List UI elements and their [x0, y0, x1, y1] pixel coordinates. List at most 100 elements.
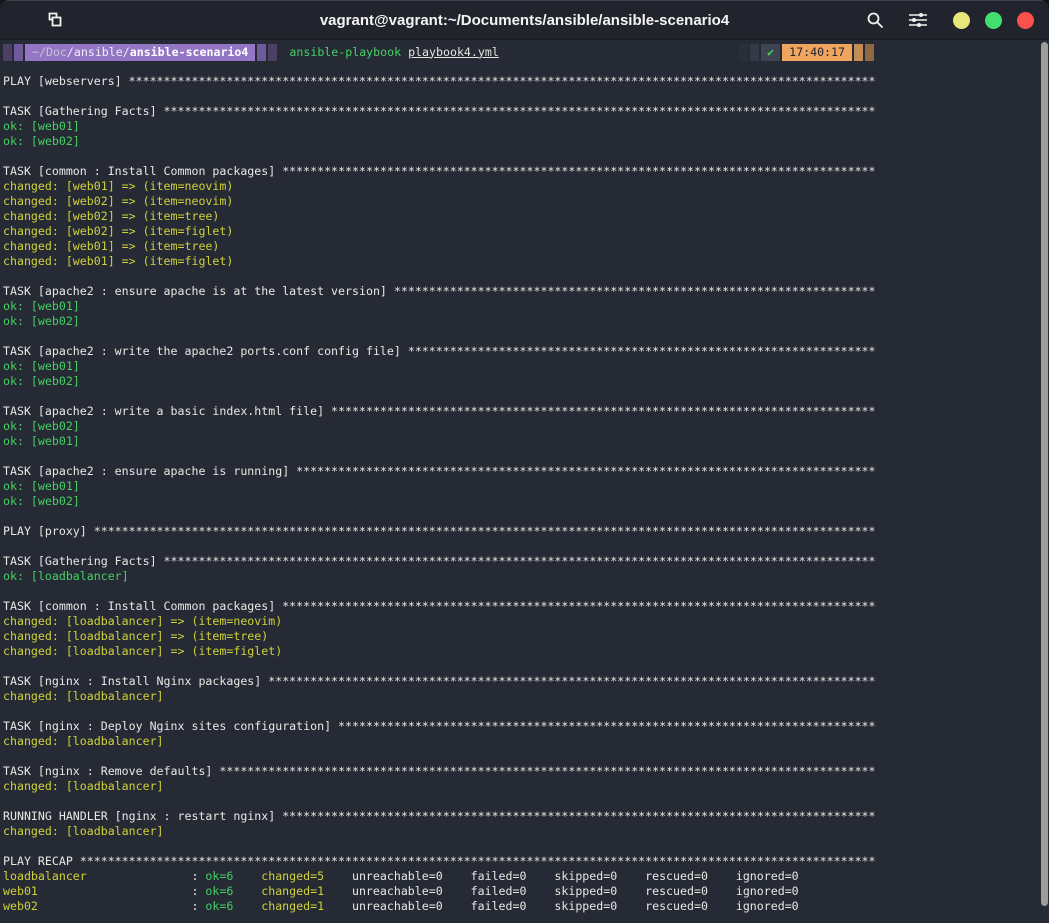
- prompt-left: ~/Doc/ansible/ansible-scenario4 ansible-…: [3, 44, 499, 61]
- terminal-line: changed: [web02] => (item=figlet): [3, 224, 1049, 239]
- terminal-line: changed: [web01] => (item=neovim): [3, 179, 1049, 194]
- terminal-line: TASK [apache2 : ensure apache is at the …: [3, 284, 1049, 299]
- close-button[interactable]: [1017, 12, 1034, 29]
- terminal-line: TASK [nginx : Remove defaults] *********…: [3, 764, 1049, 779]
- titlebar[interactable]: vagrant@vagrant:~/Documents/ansible/ansi…: [0, 0, 1049, 40]
- terminal-content: ~/Doc/ansible/ansible-scenario4 ansible-…: [0, 40, 1049, 914]
- terminal-line: [3, 449, 1049, 464]
- recap-skipped: skipped=0: [554, 884, 645, 899]
- terminal-line: PLAY RECAP *****************************…: [3, 854, 1049, 869]
- terminal-line: ok: [web02]: [3, 134, 1049, 149]
- powerline-segment: [14, 44, 23, 61]
- terminal-line: changed: [web01] => (item=figlet): [3, 254, 1049, 269]
- recap-unreachable: unreachable=0: [352, 884, 471, 899]
- search-icon: [866, 11, 884, 29]
- terminal-line: [3, 269, 1049, 284]
- terminal-line: ok: [web02]: [3, 374, 1049, 389]
- terminal-line: [3, 389, 1049, 404]
- scrollbar[interactable]: [1041, 42, 1048, 906]
- new-tab-button[interactable]: [45, 10, 65, 30]
- powerline-segment: [854, 44, 863, 61]
- powerline-segment: [268, 44, 277, 61]
- recap-host: web02: [3, 899, 191, 914]
- preferences-icon: [908, 12, 928, 28]
- recap-host: loadbalancer: [3, 869, 191, 884]
- terminal-line: changed: [loadbalancer] => (item=tree): [3, 629, 1049, 644]
- terminal-line: changed: [loadbalancer] => (item=figlet): [3, 644, 1049, 659]
- terminal-line: ok: [web02]: [3, 494, 1049, 509]
- terminal-line: [3, 329, 1049, 344]
- current-directory: ~/Doc/ansible/ansible-scenario4: [25, 44, 255, 61]
- terminal-line: TASK [apache2 : write the apache2 ports.…: [3, 344, 1049, 359]
- command-argument: playbook4.yml: [408, 45, 499, 59]
- menu-button[interactable]: [907, 9, 929, 31]
- terminal-line: changed: [loadbalancer] => (item=neovim): [3, 614, 1049, 629]
- terminal-line: ok: [web01]: [3, 479, 1049, 494]
- terminal-line: [3, 659, 1049, 674]
- clock-time: 17:40:17: [782, 44, 852, 61]
- terminal-line: TASK [Gathering Facts] *****************…: [3, 554, 1049, 569]
- shell-prompt: ~/Doc/ansible/ansible-scenario4 ansible-…: [3, 43, 874, 61]
- recap-row: web02: ok=6changed=1unreachable=0failed=…: [3, 899, 1049, 914]
- recap-row: web01: ok=6changed=1unreachable=0failed=…: [3, 884, 1049, 899]
- terminal-line: ok: [web01]: [3, 359, 1049, 374]
- powerline-segment: [750, 44, 759, 61]
- exit-status-check-icon: ✔: [761, 44, 780, 61]
- terminal-output: PLAY [webservers] **********************…: [3, 74, 1049, 869]
- minimize-button[interactable]: [953, 12, 970, 29]
- terminal-line: TASK [common : Install Common packages] …: [3, 599, 1049, 614]
- terminal-line: changed: [web02] => (item=tree): [3, 209, 1049, 224]
- powerline-segment: [257, 44, 266, 61]
- terminal-line: ok: [web01]: [3, 299, 1049, 314]
- terminal-line: changed: [loadbalancer]: [3, 779, 1049, 794]
- terminal-line: TASK [common : Install Common packages] …: [3, 164, 1049, 179]
- powerline-segment: [739, 44, 748, 61]
- powerline-segment: [865, 44, 874, 61]
- recap-skipped: skipped=0: [554, 899, 645, 914]
- recap-rescued: rescued=0: [645, 869, 736, 884]
- recap-rescued: rescued=0: [645, 884, 736, 899]
- prompt-right: ✔ 17:40:17: [739, 44, 874, 61]
- terminal-line: [3, 509, 1049, 524]
- recap-row: loadbalancer: ok=6changed=5unreachable=0…: [3, 869, 1049, 884]
- powerline-segment: [3, 44, 12, 61]
- terminal-line: [3, 749, 1049, 764]
- terminal-line: changed: [loadbalancer]: [3, 734, 1049, 749]
- terminal-line: TASK [nginx : Deploy Nginx sites configu…: [3, 719, 1049, 734]
- terminal-line: ok: [web01]: [3, 119, 1049, 134]
- terminal-line: ok: [loadbalancer]: [3, 569, 1049, 584]
- recap-unreachable: unreachable=0: [352, 899, 471, 914]
- search-button[interactable]: [864, 9, 886, 31]
- terminal-line: TASK [nginx : Install Nginx packages] **…: [3, 674, 1049, 689]
- play-recap: loadbalancer: ok=6changed=5unreachable=0…: [3, 869, 1049, 914]
- terminal-line: changed: [loadbalancer]: [3, 824, 1049, 839]
- recap-ok: ok=6: [205, 899, 261, 914]
- terminal-line: TASK [Gathering Facts] *****************…: [3, 104, 1049, 119]
- recap-changed: changed=5: [261, 869, 352, 884]
- recap-ok: ok=6: [205, 884, 261, 899]
- recap-ignored: ignored=0: [736, 869, 799, 884]
- recap-ok: ok=6: [205, 869, 261, 884]
- terminal-line: ok: [web02]: [3, 314, 1049, 329]
- recap-host: web01: [3, 884, 191, 899]
- terminal-line: PLAY [webservers] **********************…: [3, 74, 1049, 89]
- terminal-line: TASK [apache2 : ensure apache is running…: [3, 464, 1049, 479]
- terminal-line: [3, 794, 1049, 809]
- terminal-line: [3, 149, 1049, 164]
- recap-changed: changed=1: [261, 884, 352, 899]
- terminal-line: ok: [web02]: [3, 419, 1049, 434]
- recap-ignored: ignored=0: [736, 899, 799, 914]
- terminal-line: ok: [web01]: [3, 434, 1049, 449]
- recap-skipped: skipped=0: [554, 869, 645, 884]
- maximize-button[interactable]: [985, 12, 1002, 29]
- terminal-window: vagrant@vagrant:~/Documents/ansible/ansi…: [0, 0, 1049, 923]
- recap-failed: failed=0: [471, 899, 555, 914]
- terminal-line: [3, 539, 1049, 554]
- terminal-line: [3, 89, 1049, 104]
- command: ansible-playbook: [289, 45, 401, 59]
- terminal-line: [3, 704, 1049, 719]
- terminal-line: PLAY [proxy] ***************************…: [3, 524, 1049, 539]
- recap-ignored: ignored=0: [736, 884, 799, 899]
- terminal-line: RUNNING HANDLER [nginx : restart nginx] …: [3, 809, 1049, 824]
- command-line: ansible-playbook playbook4.yml: [289, 45, 498, 60]
